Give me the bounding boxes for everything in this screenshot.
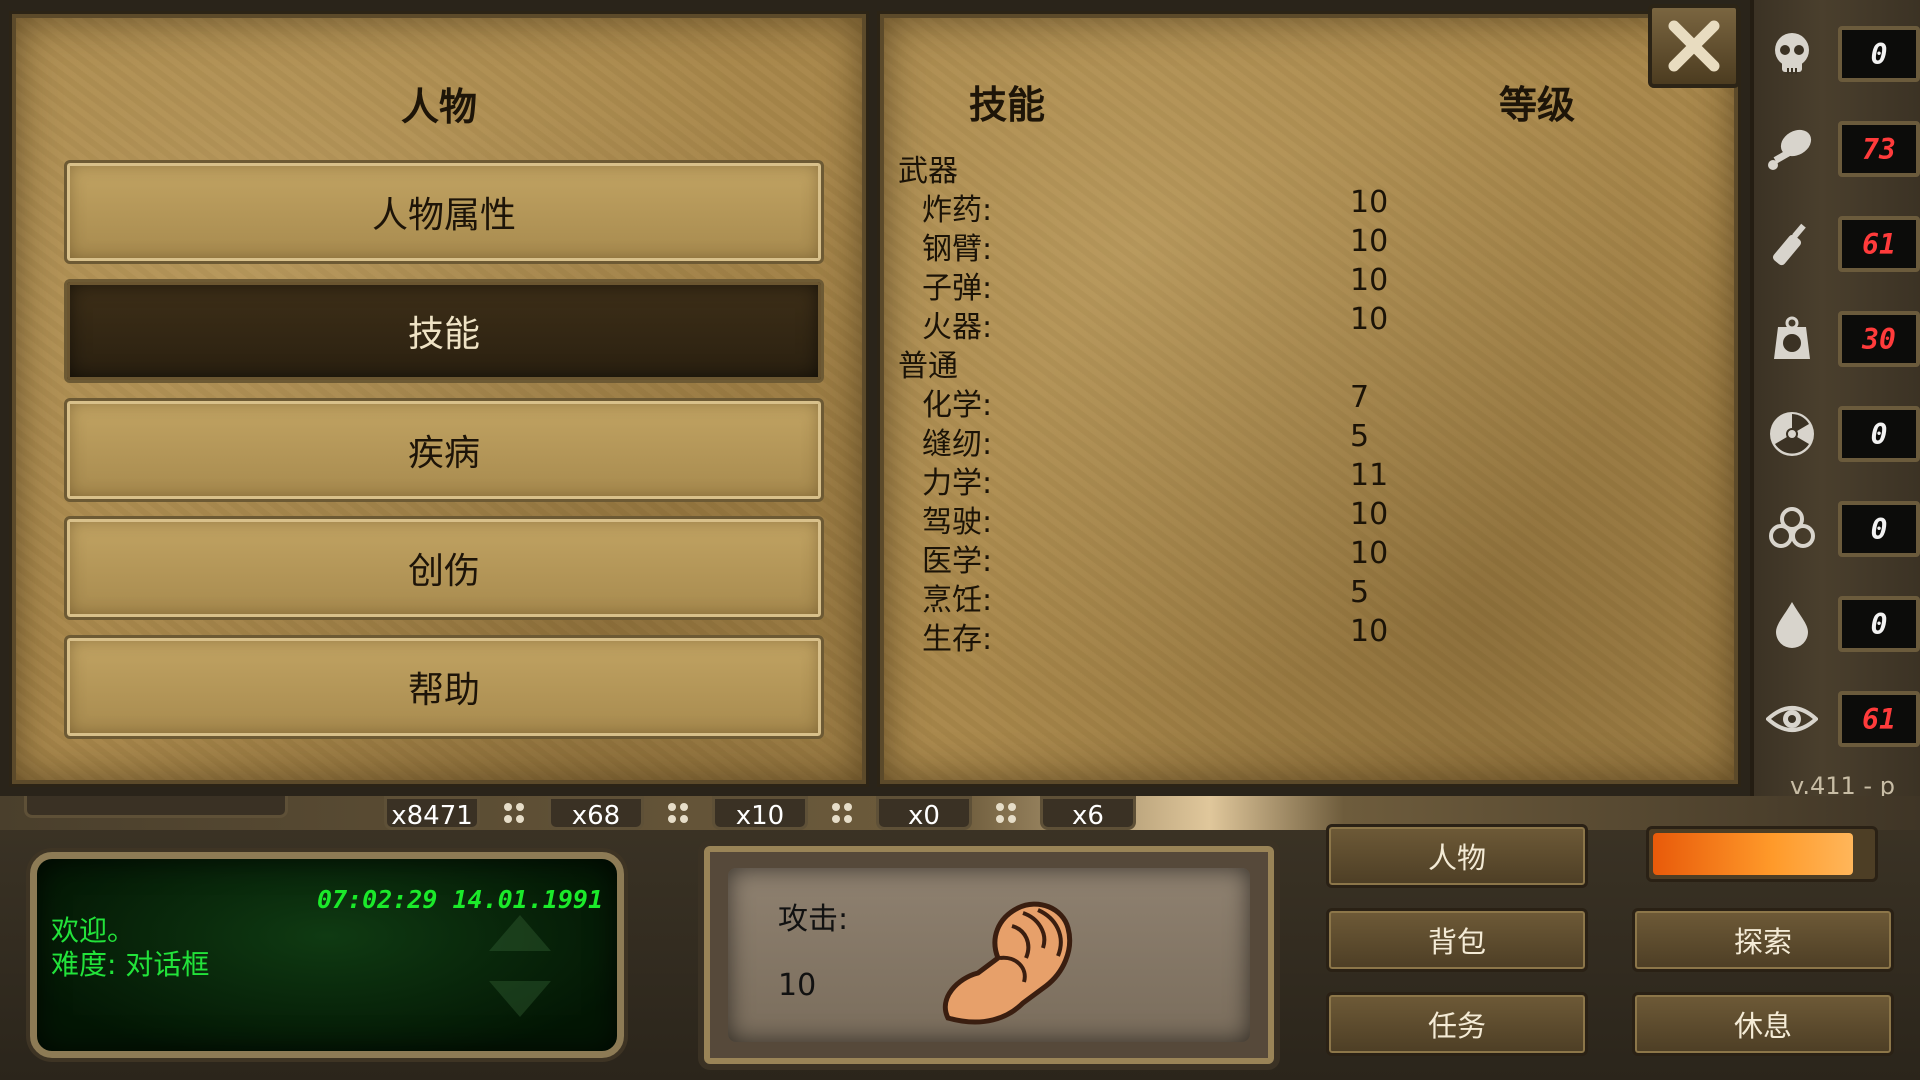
item-slot[interactable]: x10 (712, 796, 808, 831)
attack-label: 攻击: (778, 902, 849, 937)
stat-value: 73 (1838, 121, 1920, 177)
stat-row-biohazard: 0 (1762, 493, 1920, 563)
skill-name: 钢臂: (922, 232, 993, 267)
menu-button-skills[interactable]: 技能 (64, 279, 824, 383)
menu-button-injuries[interactable]: 创伤 (64, 516, 824, 620)
console-message: 难度: 对话框 (51, 948, 210, 981)
skill-name: 炸药: (922, 193, 993, 228)
chain-icon (504, 803, 524, 823)
attack-panel: 攻击: 10 (704, 846, 1274, 1064)
eye-icon (1766, 706, 1818, 732)
level-header: 等级 (1499, 83, 1576, 127)
skills-panel: 技能 等级 武器 炸药: 10 钢臂: 10 子弹: 10 火器: 10 普通 … (880, 14, 1738, 784)
stat-row-radiation: 0 (1762, 398, 1920, 468)
attack-display[interactable]: 攻击: 10 (728, 868, 1250, 1042)
skill-level: 10 (1350, 497, 1389, 532)
status-sidebar: 0 73 61 30 0 0 0 61 (1750, 0, 1920, 800)
message-console: 07:02:29 14.01.1991 欢迎。 难度: 对话框 (30, 852, 624, 1058)
stat-value: 0 (1838, 406, 1920, 462)
fist-icon (942, 901, 1073, 1025)
character-button[interactable]: 人物 (1326, 824, 1588, 888)
attack-value: 10 (778, 968, 817, 1003)
skill-level: 10 (1350, 302, 1389, 337)
biohazard-icon (1769, 507, 1815, 548)
stat-row-hunger: 73 (1762, 113, 1920, 183)
skill-level: 10 (1350, 263, 1389, 298)
skill-level: 10 (1350, 536, 1389, 571)
stat-value: 0 (1838, 596, 1920, 652)
skill-name: 烹饪: (922, 583, 993, 618)
chain-icon (832, 803, 852, 823)
stat-value: 0 (1838, 501, 1920, 557)
chain-icon (996, 803, 1016, 823)
stat-row-water: 0 (1762, 588, 1920, 658)
weight-icon (1774, 316, 1810, 359)
progress-button[interactable] (1646, 826, 1878, 882)
skill-category-weapons: 武器 (898, 154, 958, 189)
item-slot-empty[interactable] (24, 796, 288, 818)
skull-icon (1775, 33, 1809, 74)
stat-row-vision: 61 (1762, 683, 1920, 753)
close-button[interactable] (1648, 4, 1740, 88)
bottle-icon (1772, 223, 1806, 266)
drop-icon (1776, 602, 1808, 648)
stat-value: 61 (1838, 216, 1920, 272)
skill-level: 11 (1350, 458, 1389, 493)
menu-button-attributes[interactable]: 人物属性 (64, 160, 824, 264)
menu-button-help[interactable]: 帮助 (64, 635, 824, 739)
skill-level: 5 (1350, 575, 1370, 610)
item-slot[interactable]: x6 (1040, 796, 1136, 831)
skill-name: 缝纫: (922, 427, 993, 462)
skill-name: 医学: (922, 544, 993, 579)
stat-row-thirst: 61 (1762, 208, 1920, 278)
backpack-button[interactable]: 背包 (1326, 908, 1588, 972)
scroll-arrows-icon[interactable] (485, 911, 555, 1021)
item-slot[interactable]: x68 (548, 796, 644, 831)
character-menu-panel: 人物 人物属性 技能 疾病 创伤 帮助 (12, 14, 866, 784)
skill-level: 5 (1350, 419, 1370, 454)
stat-row-kills: 0 (1762, 18, 1920, 88)
stat-value: 0 (1838, 26, 1920, 82)
item-slot[interactable]: x8471 (384, 796, 480, 831)
skill-category-general: 普通 (898, 349, 958, 384)
rest-button[interactable]: 休息 (1632, 992, 1894, 1056)
skill-name: 生存: (922, 622, 993, 657)
panel-title: 人物 (400, 85, 477, 129)
chain-icon (668, 803, 688, 823)
skill-level: 10 (1350, 185, 1389, 220)
explore-button[interactable]: 探索 (1632, 908, 1894, 972)
skill-level: 10 (1350, 614, 1389, 649)
quests-button[interactable]: 任务 (1326, 992, 1588, 1056)
radiation-icon (1770, 412, 1814, 456)
skills-header: 技能 (969, 83, 1046, 127)
meat-icon (1768, 129, 1812, 170)
stat-value: 61 (1838, 691, 1920, 747)
progress-bar-fill (1653, 833, 1853, 875)
skill-level: 10 (1350, 224, 1389, 259)
item-slot[interactable]: x0 (876, 796, 972, 831)
skill-name: 化学: (922, 388, 993, 423)
skill-name: 火器: (922, 310, 993, 345)
close-icon (1668, 20, 1720, 72)
game-clock: 07:02:29 14.01.1991 (317, 885, 603, 914)
skill-name: 力学: (922, 466, 993, 501)
stat-row-weight: 30 (1762, 303, 1920, 373)
stat-value: 30 (1838, 311, 1920, 367)
skill-name: 子弹: (922, 271, 993, 306)
menu-button-diseases[interactable]: 疾病 (64, 398, 824, 502)
skill-name: 驾驶: (922, 505, 993, 540)
skill-level: 7 (1350, 380, 1370, 415)
